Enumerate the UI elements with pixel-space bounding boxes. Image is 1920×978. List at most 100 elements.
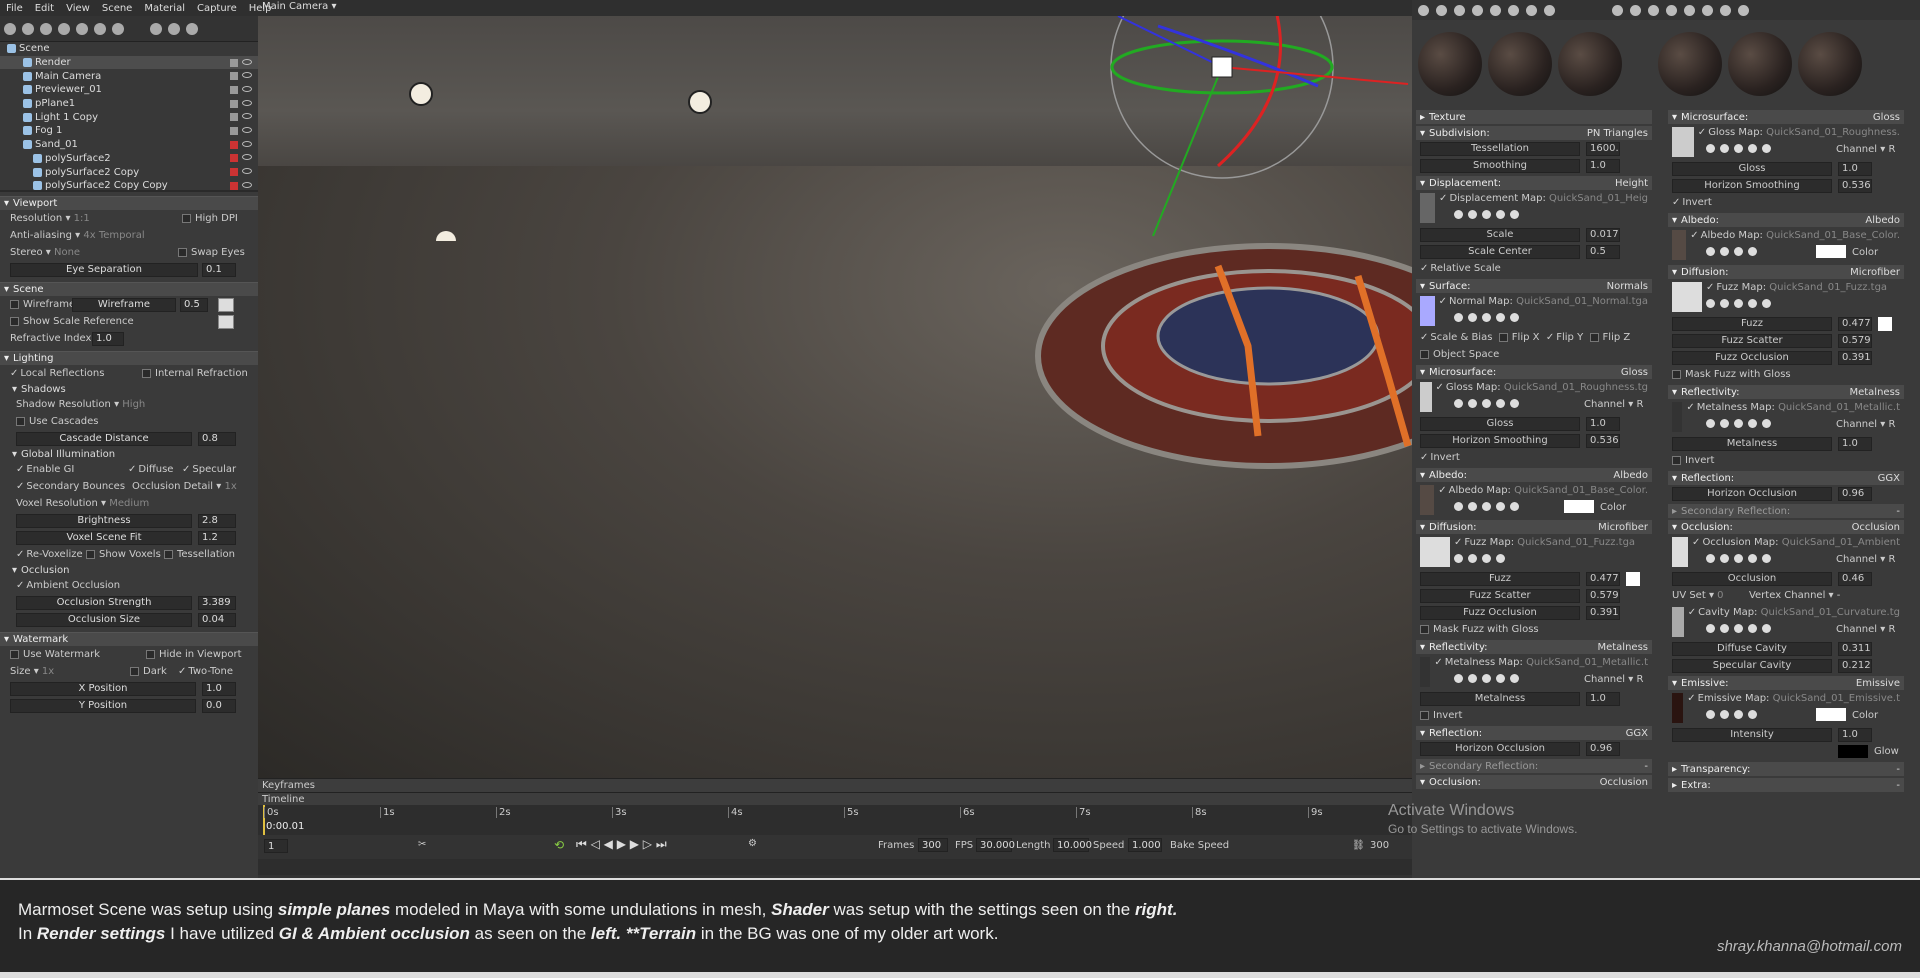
texture-section[interactable]: Texture bbox=[1416, 110, 1652, 124]
loop-icon[interactable]: ⟲ bbox=[554, 838, 564, 852]
microsurface-section[interactable]: Microsurface:Gloss bbox=[1416, 365, 1652, 379]
y-position-value[interactable]: 0.0 bbox=[202, 699, 236, 713]
albedo-color-swatch[interactable] bbox=[1564, 500, 1594, 513]
resolution-row[interactable]: Resolution ▾ 1:1High DPI bbox=[0, 210, 258, 227]
scale-slider[interactable]: Scale bbox=[1420, 228, 1580, 242]
lock-icon[interactable] bbox=[230, 86, 238, 94]
frames-field[interactable]: 300 bbox=[918, 838, 948, 852]
displacement-section[interactable]: Displacement:Height bbox=[1416, 176, 1652, 190]
lock-icon[interactable] bbox=[230, 113, 238, 121]
use-watermark-checkbox[interactable] bbox=[10, 650, 19, 659]
map-tools[interactable] bbox=[1454, 313, 1519, 322]
albedo-thumb[interactable] bbox=[1672, 230, 1686, 260]
invert-checkbox[interactable] bbox=[1672, 456, 1681, 465]
timeline-ruler[interactable]: 0:00.01 0s1s2s3s4s5s6s7s8s9s bbox=[258, 805, 1412, 835]
object-space-checkbox[interactable] bbox=[1420, 350, 1429, 359]
refresh-icon-2[interactable] bbox=[1720, 5, 1731, 16]
albedo-section[interactable]: Albedo:Albedo bbox=[1416, 468, 1652, 482]
lock-icon[interactable] bbox=[230, 100, 238, 108]
folder-icon[interactable] bbox=[150, 23, 162, 35]
frame-field[interactable]: 1 bbox=[264, 839, 288, 853]
viewport-section[interactable]: Viewport bbox=[0, 196, 258, 210]
metalness-slider[interactable]: Metalness bbox=[1420, 692, 1580, 706]
reflection-section[interactable]: Reflection:GGX bbox=[1668, 471, 1904, 485]
surface-section[interactable]: Surface:Normals bbox=[1416, 279, 1652, 293]
fuzz-value[interactable]: 0.477 bbox=[1586, 572, 1620, 586]
occlusion-detail-label[interactable]: Occlusion Detail bbox=[132, 481, 213, 492]
visibility-icon[interactable] bbox=[242, 182, 252, 188]
revoxelize-checkbox[interactable]: Re-Voxelize bbox=[16, 549, 83, 560]
occlusion-slider[interactable]: Occlusion bbox=[1672, 572, 1832, 586]
material-ball[interactable] bbox=[1558, 32, 1622, 96]
timeline-bar[interactable]: Timeline bbox=[258, 792, 1412, 805]
pick-icon-2[interactable] bbox=[1738, 5, 1749, 16]
visibility-icon[interactable] bbox=[242, 168, 252, 174]
material-ball[interactable] bbox=[1418, 32, 1482, 96]
fuzz-color-swatch[interactable] bbox=[1626, 572, 1640, 586]
lock-icon[interactable] bbox=[230, 168, 238, 176]
occlusion-strength-slider[interactable]: Occlusion Strength bbox=[16, 596, 192, 610]
horizon-slider[interactable]: Horizon Smoothing bbox=[1420, 434, 1580, 448]
lock-icon[interactable] bbox=[230, 154, 238, 162]
show-voxels-checkbox[interactable] bbox=[86, 550, 95, 559]
delete-icon[interactable] bbox=[1490, 5, 1501, 16]
lock-icon[interactable] bbox=[230, 182, 238, 190]
occlusion-section[interactable]: Occlusion:Occlusion bbox=[1416, 775, 1652, 789]
flip-z-checkbox[interactable] bbox=[1590, 333, 1599, 342]
subdivision-section[interactable]: Subdivision:PN Triangles bbox=[1416, 126, 1652, 140]
horizon-value[interactable]: 0.536 bbox=[1838, 179, 1872, 193]
brightness-slider[interactable]: Brightness bbox=[16, 514, 192, 528]
duplicate-material-icon[interactable] bbox=[1436, 5, 1447, 16]
visibility-icon[interactable] bbox=[242, 141, 252, 147]
diffusion-section[interactable]: Diffusion:Microfiber bbox=[1416, 520, 1652, 534]
light-icon[interactable] bbox=[22, 23, 34, 35]
occlusion-size-value[interactable]: 0.04 bbox=[198, 613, 236, 627]
trash-icon[interactable] bbox=[186, 23, 198, 35]
tree-item[interactable]: polySurface2 Copy Copy bbox=[0, 179, 258, 193]
camera-selector[interactable]: Main Camera ▾ bbox=[262, 1, 337, 12]
brightness-value[interactable]: 2.8 bbox=[198, 514, 236, 528]
material-ball[interactable] bbox=[1798, 32, 1862, 96]
menu-item[interactable]: Scene bbox=[96, 3, 139, 14]
map-tools[interactable] bbox=[1706, 624, 1771, 633]
tree-item[interactable]: Main Camera bbox=[0, 69, 258, 83]
map-tools[interactable] bbox=[1706, 247, 1757, 256]
voxel-fit-slider[interactable]: Voxel Scene Fit bbox=[16, 531, 192, 545]
metal-map-label[interactable]: Metalness Map: QuickSand_01_Metallic.t bbox=[1434, 657, 1648, 668]
menu-item[interactable]: Edit bbox=[29, 3, 60, 14]
tree-item[interactable]: Fog 1 bbox=[0, 124, 258, 138]
timeline-scrub[interactable] bbox=[258, 859, 1412, 875]
lock-icon[interactable] bbox=[230, 59, 238, 67]
gi-subsection[interactable]: Global Illumination bbox=[0, 447, 258, 461]
add-material-icon-2[interactable] bbox=[1612, 5, 1623, 16]
specular-checkbox[interactable]: Specular bbox=[182, 464, 236, 475]
high-dpi-checkbox[interactable] bbox=[182, 214, 191, 223]
secondary-reflection-section[interactable]: Secondary Reflection:- bbox=[1416, 759, 1652, 773]
settings-icon[interactable]: ⚙ bbox=[748, 838, 757, 849]
microsurface-section[interactable]: Microsurface:Gloss bbox=[1668, 110, 1904, 124]
invert-checkbox[interactable]: Invert bbox=[1416, 449, 1652, 466]
channel-selector[interactable]: Channel ▾ R bbox=[1584, 399, 1643, 410]
occlusion-strength-value[interactable]: 3.389 bbox=[198, 596, 236, 610]
ambient-occlusion-checkbox[interactable]: Ambient Occlusion bbox=[16, 580, 120, 591]
refractive-value[interactable]: 1.0 bbox=[92, 332, 124, 346]
visibility-icon[interactable] bbox=[242, 127, 252, 133]
channel-selector[interactable]: Channel ▾ R bbox=[1836, 419, 1895, 430]
show-scale-checkbox[interactable] bbox=[10, 317, 19, 326]
fog-icon[interactable] bbox=[76, 23, 88, 35]
glow-swatch[interactable] bbox=[1838, 745, 1868, 758]
channel-selector[interactable]: Channel ▾ R bbox=[1836, 144, 1895, 155]
x-position-slider[interactable]: X Position bbox=[10, 682, 196, 696]
diffuse-cavity-slider[interactable]: Diffuse Cavity bbox=[1672, 642, 1832, 656]
scale-bias-checkbox[interactable]: Scale & Bias bbox=[1420, 332, 1492, 343]
channel-selector[interactable]: Channel ▾ R bbox=[1584, 674, 1643, 685]
intensity-slider[interactable]: Intensity bbox=[1672, 728, 1832, 742]
visibility-icon[interactable] bbox=[242, 100, 252, 106]
occlusion-subsection[interactable]: Occlusion bbox=[0, 563, 258, 577]
normal-thumb[interactable] bbox=[1420, 296, 1435, 326]
scale-value[interactable]: 0.017 bbox=[1586, 228, 1620, 242]
smoothing-value[interactable]: 1.0 bbox=[1586, 159, 1620, 173]
cascade-distance-value[interactable]: 0.8 bbox=[198, 432, 236, 446]
occlusion-size-slider[interactable]: Occlusion Size bbox=[16, 613, 192, 627]
occlusion-section[interactable]: Occlusion:Occlusion bbox=[1668, 520, 1904, 534]
